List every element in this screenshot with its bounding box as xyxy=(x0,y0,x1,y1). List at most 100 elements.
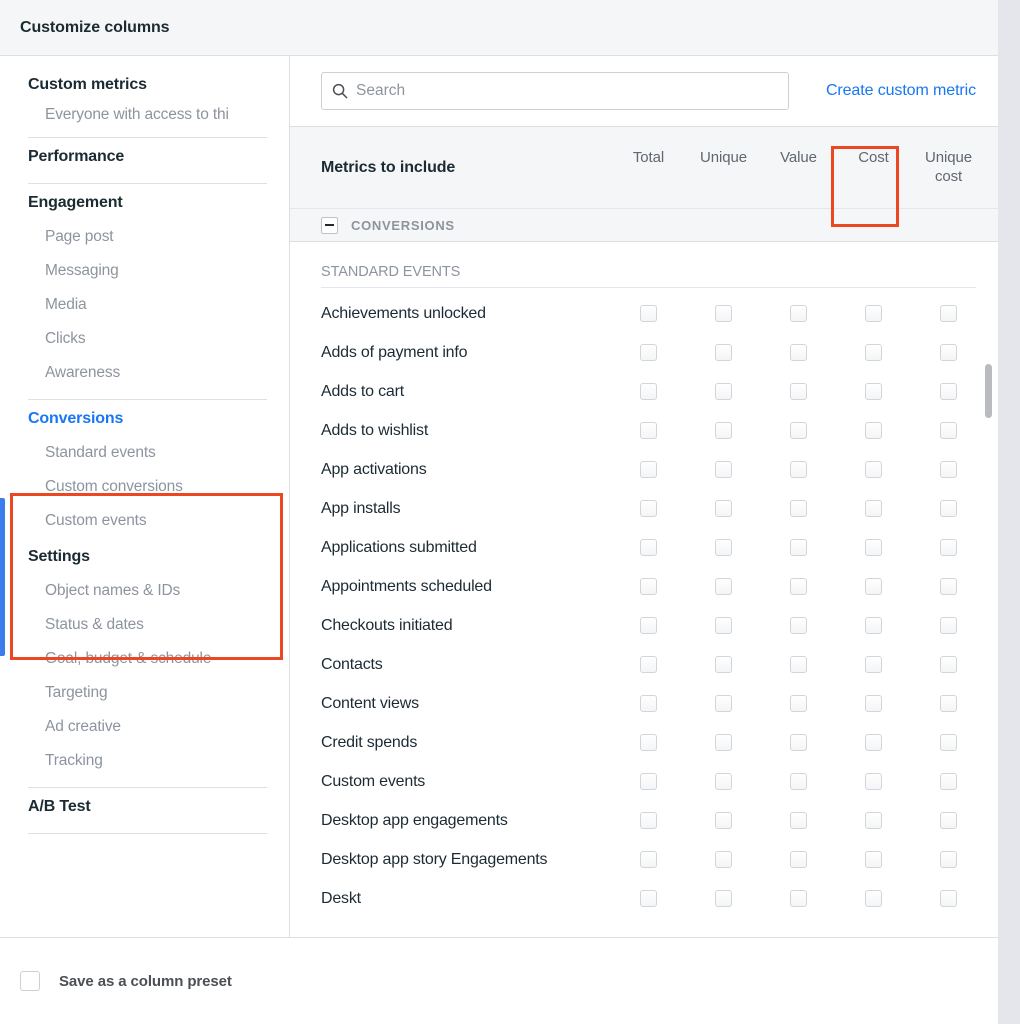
checkbox-total[interactable] xyxy=(640,344,657,361)
checkbox-value[interactable] xyxy=(790,734,807,751)
sidebar-group-a-b-test[interactable]: A/B Test xyxy=(28,788,267,824)
checkbox-unique[interactable] xyxy=(715,500,732,517)
checkbox-total[interactable] xyxy=(640,578,657,595)
checkbox-cost[interactable] xyxy=(865,500,882,517)
checkbox-value[interactable] xyxy=(790,617,807,634)
sidebar-item-standard-events[interactable]: Standard events xyxy=(28,436,267,470)
sidebar-item-ad-creative[interactable]: Ad creative xyxy=(28,710,267,744)
column-header-unique[interactable]: Unique xyxy=(686,149,761,186)
checkbox-cost[interactable] xyxy=(865,305,882,322)
checkbox-unique[interactable] xyxy=(715,773,732,790)
checkbox-total[interactable] xyxy=(640,851,657,868)
checkbox-cost[interactable] xyxy=(865,851,882,868)
checkbox-total[interactable] xyxy=(640,656,657,673)
column-header-cost[interactable]: Cost xyxy=(836,149,911,186)
checkbox-unique-cost[interactable] xyxy=(940,500,957,517)
sidebar-item-page-post[interactable]: Page post xyxy=(28,220,267,254)
checkbox-value[interactable] xyxy=(790,695,807,712)
checkbox-unique[interactable] xyxy=(715,461,732,478)
checkbox-value[interactable] xyxy=(790,890,807,907)
create-custom-metric-link[interactable]: Create custom metric xyxy=(802,82,976,100)
checkbox-value[interactable] xyxy=(790,500,807,517)
sidebar-item-media[interactable]: Media xyxy=(28,288,267,322)
sidebar-group-custom-metrics[interactable]: Custom metrics xyxy=(28,66,267,102)
checkbox-cost[interactable] xyxy=(865,578,882,595)
checkbox-total[interactable] xyxy=(640,500,657,517)
checkbox-cost[interactable] xyxy=(865,695,882,712)
checkbox-unique[interactable] xyxy=(715,617,732,634)
checkbox-cost[interactable] xyxy=(865,773,882,790)
checkbox-unique-cost[interactable] xyxy=(940,656,957,673)
checkbox-cost[interactable] xyxy=(865,656,882,673)
search-box[interactable] xyxy=(321,72,789,110)
checkbox-value[interactable] xyxy=(790,812,807,829)
checkbox-unique[interactable] xyxy=(715,851,732,868)
column-header-total[interactable]: Total xyxy=(611,149,686,186)
checkbox-unique[interactable] xyxy=(715,695,732,712)
checkbox-value[interactable] xyxy=(790,851,807,868)
sidebar-item-messaging[interactable]: Messaging xyxy=(28,254,267,288)
search-input[interactable] xyxy=(356,82,778,100)
checkbox-unique-cost[interactable] xyxy=(940,344,957,361)
checkbox-cost[interactable] xyxy=(865,617,882,634)
sidebar-group-settings[interactable]: Settings xyxy=(28,538,267,574)
checkbox-cost[interactable] xyxy=(865,812,882,829)
checkbox-cost[interactable] xyxy=(865,422,882,439)
checkbox-value[interactable] xyxy=(790,383,807,400)
checkbox-value[interactable] xyxy=(790,344,807,361)
sidebar-item-status-dates[interactable]: Status & dates xyxy=(28,608,267,642)
checkbox-cost[interactable] xyxy=(865,344,882,361)
checkbox-unique-cost[interactable] xyxy=(940,461,957,478)
checkbox-unique[interactable] xyxy=(715,656,732,673)
sidebar-item-custom-events[interactable]: Custom events xyxy=(28,504,267,538)
checkbox-value[interactable] xyxy=(790,422,807,439)
checkbox-total[interactable] xyxy=(640,305,657,322)
checkbox-unique-cost[interactable] xyxy=(940,305,957,322)
checkbox-total[interactable] xyxy=(640,617,657,634)
checkbox-unique[interactable] xyxy=(715,734,732,751)
sidebar-item-awareness[interactable]: Awareness xyxy=(28,356,267,390)
checkbox-unique-cost[interactable] xyxy=(940,383,957,400)
checkbox-unique-cost[interactable] xyxy=(940,773,957,790)
checkbox-unique[interactable] xyxy=(715,344,732,361)
checkbox-unique-cost[interactable] xyxy=(940,812,957,829)
sidebar-group-conversions[interactable]: Conversions xyxy=(28,400,267,436)
checkbox-value[interactable] xyxy=(790,305,807,322)
sidebar-group-engagement[interactable]: Engagement xyxy=(28,184,267,220)
minus-icon[interactable] xyxy=(321,216,338,234)
checkbox-value[interactable] xyxy=(790,578,807,595)
checkbox-total[interactable] xyxy=(640,422,657,439)
checkbox-unique-cost[interactable] xyxy=(940,578,957,595)
checkbox-cost[interactable] xyxy=(865,383,882,400)
checkbox-cost[interactable] xyxy=(865,539,882,556)
checkbox-total[interactable] xyxy=(640,461,657,478)
checkbox-unique[interactable] xyxy=(715,890,732,907)
sidebar-item-clicks[interactable]: Clicks xyxy=(28,322,267,356)
sidebar-item-tracking[interactable]: Tracking xyxy=(28,744,267,778)
section-header-conversions[interactable]: CONVERSIONS xyxy=(290,208,998,242)
checkbox-value[interactable] xyxy=(790,461,807,478)
checkbox-unique[interactable] xyxy=(715,383,732,400)
checkbox-value[interactable] xyxy=(790,539,807,556)
save-as-preset-checkbox[interactable] xyxy=(20,971,40,991)
checkbox-unique[interactable] xyxy=(715,422,732,439)
checkbox-unique[interactable] xyxy=(715,812,732,829)
checkbox-total[interactable] xyxy=(640,734,657,751)
checkbox-unique-cost[interactable] xyxy=(940,851,957,868)
checkbox-unique-cost[interactable] xyxy=(940,695,957,712)
checkbox-cost[interactable] xyxy=(865,461,882,478)
checkbox-total[interactable] xyxy=(640,695,657,712)
checkbox-cost[interactable] xyxy=(865,734,882,751)
sidebar-item-object-names-ids[interactable]: Object names & IDs xyxy=(28,574,267,608)
checkbox-unique-cost[interactable] xyxy=(940,617,957,634)
checkbox-total[interactable] xyxy=(640,812,657,829)
sidebar-item-goal-budget-schedule[interactable]: Goal, budget & schedule xyxy=(28,642,267,676)
checkbox-unique[interactable] xyxy=(715,539,732,556)
checkbox-unique[interactable] xyxy=(715,305,732,322)
checkbox-total[interactable] xyxy=(640,890,657,907)
checkbox-unique-cost[interactable] xyxy=(940,734,957,751)
checkbox-unique-cost[interactable] xyxy=(940,539,957,556)
sidebar-group-performance[interactable]: Performance xyxy=(28,138,267,174)
checkbox-unique-cost[interactable] xyxy=(940,422,957,439)
column-header-unique-cost[interactable]: Unique cost xyxy=(911,149,986,186)
